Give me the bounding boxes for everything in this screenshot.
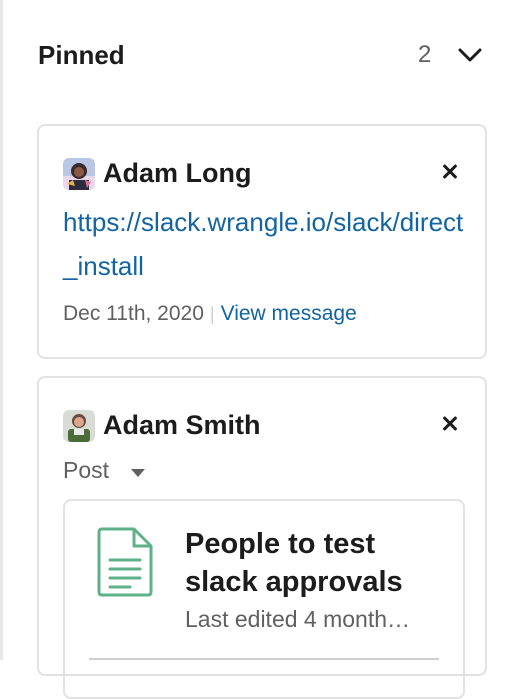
post-title[interactable]: People to test slack approvals <box>185 525 455 601</box>
message-author[interactable]: Adam Smith <box>103 410 261 441</box>
document-icon <box>97 527 153 597</box>
pinned-header[interactable]: Pinned 2 <box>38 38 488 74</box>
message-date: Dec 11th, 2020 <box>63 302 204 325</box>
avatar <box>63 158 95 190</box>
message-meta: Dec 11th, 2020 | View message <box>63 302 357 326</box>
pinned-item-card[interactable]: Adam Long https://slack.wrangle.io/slack… <box>37 124 487 359</box>
close-icon[interactable] <box>439 412 463 436</box>
avatar <box>63 410 95 442</box>
pinned-item-card[interactable]: Adam Smith Post People to test slack app… <box>37 376 487 699</box>
pinned-count: 2 <box>418 41 432 68</box>
message-link[interactable]: https://slack.wrangle.io/slack/direct_in… <box>63 200 473 288</box>
view-message-link[interactable]: View message <box>221 302 357 325</box>
post-last-edited: Last edited 4 month… <box>185 606 411 632</box>
meta-separator: | <box>209 304 215 324</box>
panel-left-border <box>0 0 3 660</box>
post-preview[interactable]: People to test slack approvals Last edit… <box>63 499 465 699</box>
message-author[interactable]: Adam Long <box>103 158 252 189</box>
chevron-down-icon[interactable] <box>457 46 483 64</box>
pinned-title: Pinned <box>38 40 125 70</box>
close-icon[interactable] <box>439 160 463 184</box>
post-type-label[interactable]: Post <box>63 457 109 484</box>
caret-down-icon[interactable] <box>131 469 145 477</box>
